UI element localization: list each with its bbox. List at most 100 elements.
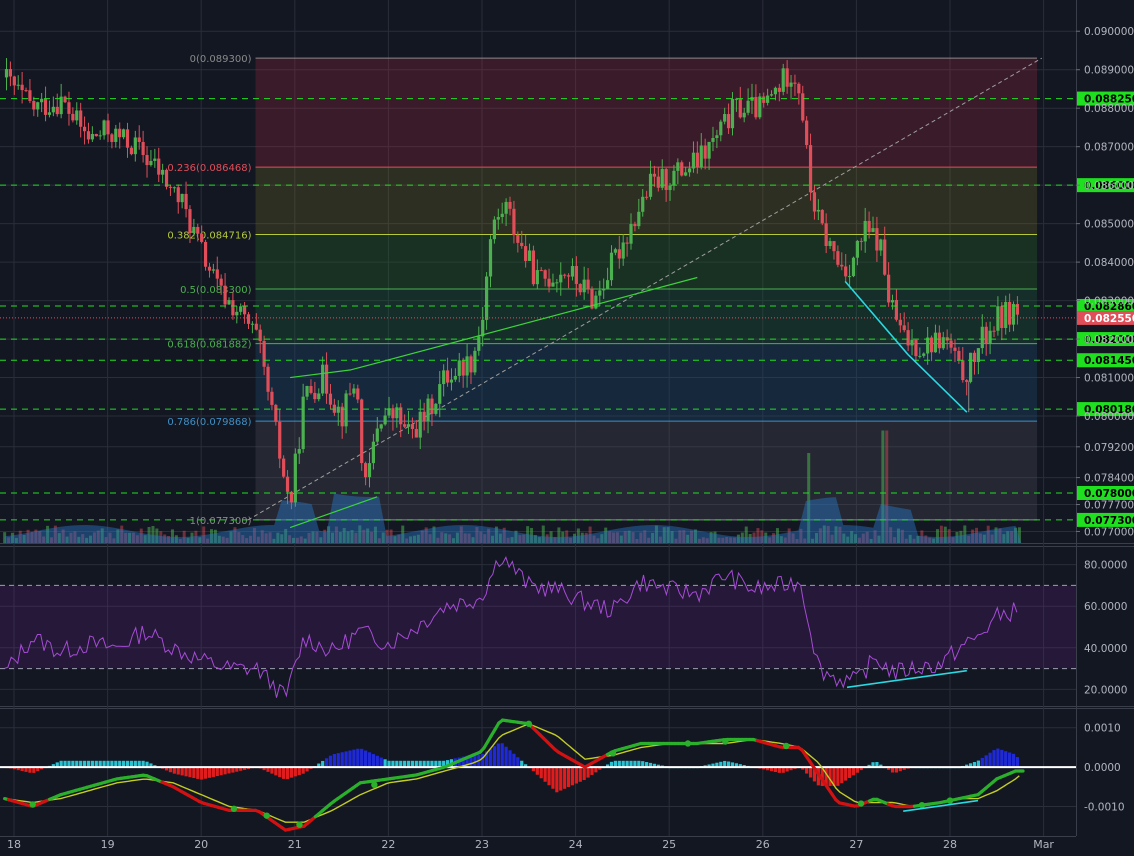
candle[interactable] <box>633 224 636 226</box>
candle[interactable] <box>544 270 547 279</box>
candle[interactable] <box>844 266 847 276</box>
candle[interactable] <box>145 155 148 165</box>
candle[interactable] <box>247 314 250 324</box>
candle[interactable] <box>489 239 492 276</box>
candle[interactable] <box>610 253 613 280</box>
candle[interactable] <box>567 275 570 276</box>
candle[interactable] <box>313 393 316 399</box>
candle[interactable] <box>305 386 308 397</box>
candle[interactable] <box>126 129 129 147</box>
candle[interactable] <box>415 429 418 438</box>
candle[interactable] <box>505 202 508 214</box>
candle[interactable] <box>372 442 375 463</box>
candle[interactable] <box>996 306 999 331</box>
candle[interactable] <box>438 384 441 404</box>
candle[interactable] <box>364 463 367 477</box>
candle[interactable] <box>497 217 500 220</box>
candle[interactable] <box>138 137 141 142</box>
candle[interactable] <box>598 290 601 295</box>
candle[interactable] <box>24 90 27 91</box>
candle[interactable] <box>868 221 871 232</box>
candle[interactable] <box>672 171 675 186</box>
candle[interactable] <box>645 197 648 198</box>
candle[interactable] <box>458 360 461 376</box>
candle[interactable] <box>684 172 687 175</box>
candle[interactable] <box>134 137 137 154</box>
candle[interactable] <box>516 235 519 243</box>
candle[interactable] <box>512 209 515 235</box>
candle[interactable] <box>75 110 78 120</box>
candle[interactable] <box>450 380 453 383</box>
candle[interactable] <box>177 187 180 202</box>
candle[interactable] <box>860 241 863 242</box>
candle[interactable] <box>586 280 589 289</box>
candle[interactable] <box>220 279 223 286</box>
candle[interactable] <box>255 324 258 330</box>
candle[interactable] <box>341 407 344 427</box>
candle[interactable] <box>988 331 991 344</box>
candle[interactable] <box>243 306 246 314</box>
candle[interactable] <box>688 168 691 172</box>
candle[interactable] <box>106 120 109 134</box>
candle[interactable] <box>344 393 347 426</box>
candle[interactable] <box>1000 306 1003 328</box>
candle[interactable] <box>606 280 609 289</box>
candle[interactable] <box>782 68 785 92</box>
candle[interactable] <box>707 142 710 159</box>
candle[interactable] <box>778 88 781 92</box>
candle[interactable] <box>266 367 269 392</box>
candle[interactable] <box>766 96 769 103</box>
candle[interactable] <box>278 422 281 459</box>
candle[interactable] <box>789 83 792 87</box>
candle[interactable] <box>508 202 511 209</box>
candle[interactable] <box>231 300 234 315</box>
candle[interactable] <box>875 228 878 250</box>
candle[interactable] <box>727 114 730 128</box>
candle[interactable] <box>836 251 839 265</box>
candle[interactable] <box>13 76 16 85</box>
candle[interactable] <box>165 170 168 187</box>
candle[interactable] <box>797 84 800 94</box>
candle[interactable] <box>618 249 621 258</box>
candle[interactable] <box>770 94 773 95</box>
candle[interactable] <box>657 177 660 188</box>
candle[interactable] <box>91 134 94 139</box>
candle[interactable] <box>317 393 320 399</box>
candle[interactable] <box>938 333 941 349</box>
candle[interactable] <box>200 234 203 242</box>
candle[interactable] <box>540 270 543 271</box>
candle[interactable] <box>235 312 238 315</box>
candle[interactable] <box>282 459 285 477</box>
candle[interactable] <box>532 250 535 284</box>
candle[interactable] <box>329 394 332 405</box>
candle[interactable] <box>754 97 757 117</box>
candle[interactable] <box>571 266 574 277</box>
candle[interactable] <box>1012 304 1015 325</box>
candle[interactable] <box>67 102 70 114</box>
candle[interactable] <box>17 85 20 86</box>
candle[interactable] <box>680 162 683 175</box>
candle[interactable] <box>352 388 355 393</box>
candle[interactable] <box>188 209 191 233</box>
candle[interactable] <box>809 145 812 192</box>
candle[interactable] <box>821 210 824 223</box>
candle[interactable] <box>786 68 789 86</box>
candle[interactable] <box>848 276 851 277</box>
candle[interactable] <box>204 242 207 267</box>
candle[interactable] <box>774 88 777 94</box>
candle[interactable] <box>817 210 820 212</box>
candle[interactable] <box>747 101 750 113</box>
candle[interactable] <box>32 101 35 109</box>
candle[interactable] <box>356 388 359 399</box>
candle[interactable] <box>762 96 765 102</box>
candle[interactable] <box>758 96 761 117</box>
candle[interactable] <box>208 267 211 271</box>
candle[interactable] <box>79 110 82 126</box>
candle[interactable] <box>5 69 8 77</box>
candle[interactable] <box>965 380 968 382</box>
candle[interactable] <box>149 161 152 165</box>
candle[interactable] <box>321 365 324 394</box>
candle[interactable] <box>926 338 929 354</box>
candle[interactable] <box>579 284 582 292</box>
candle[interactable] <box>309 386 312 393</box>
